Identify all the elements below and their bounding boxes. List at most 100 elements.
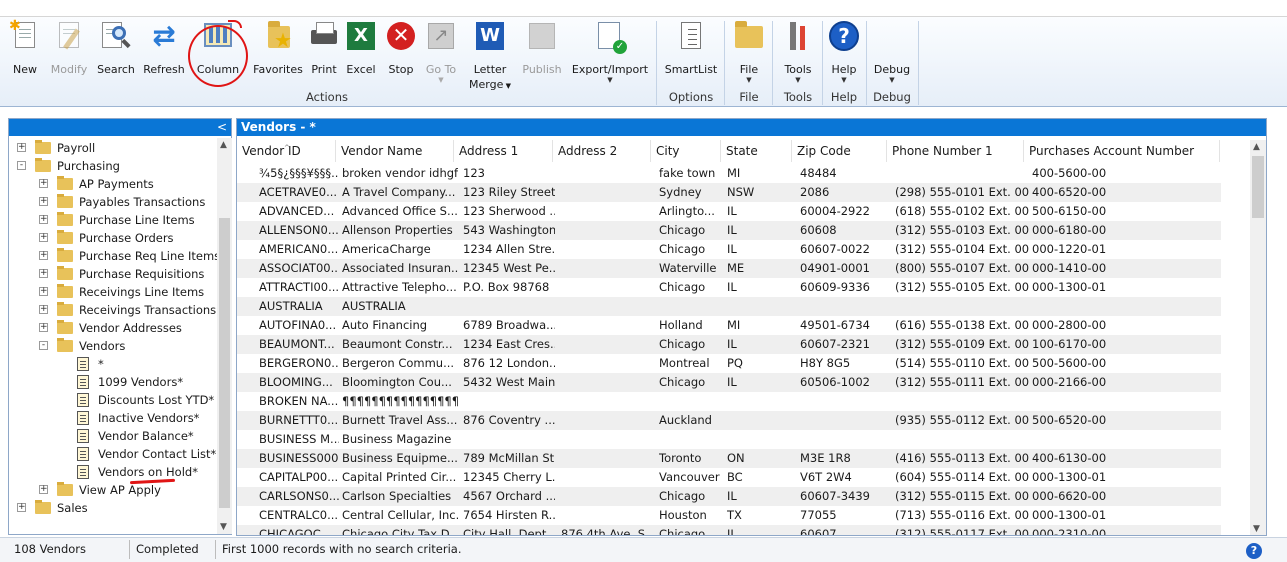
help-icon[interactable]: ? (1246, 543, 1262, 559)
tree-item[interactable]: + Receivings Line Items (9, 283, 217, 301)
scrollbar-thumb[interactable] (219, 218, 230, 508)
options-group-label: Options (668, 90, 714, 104)
scroll-down-icon[interactable]: ▼ (220, 522, 227, 532)
collapse-icon[interactable]: - (39, 341, 48, 350)
tree-item[interactable]: Discounts Lost YTD* (9, 391, 217, 409)
column-header[interactable]: Zip Code (792, 140, 887, 162)
tree-item[interactable]: Vendor Contact List* (9, 445, 217, 463)
tree-item[interactable]: + Purchase Orders (9, 229, 217, 247)
expand-icon[interactable]: + (17, 143, 26, 152)
tree-item[interactable]: - Purchasing (9, 157, 217, 175)
table-row[interactable]: AUTOFINA0... Auto Financing 6789 Broadwa..… (237, 316, 1221, 335)
table-cell: 60004-2922 (800, 204, 870, 218)
column-header[interactable]: State (721, 140, 792, 162)
tree-item[interactable]: + Payroll (9, 139, 217, 157)
collapse-pane-button[interactable]: < (217, 120, 227, 134)
table-row[interactable]: CARLSONS0... Carlson Specialties 4567 Orch… (237, 487, 1221, 506)
tree-item[interactable]: 1099 Vendors* (9, 373, 217, 391)
debug-button[interactable]: Debug ▼ (870, 20, 914, 90)
tree-item[interactable]: + View AP Apply (9, 481, 217, 499)
tree-item[interactable]: + Purchase Req Line Items (9, 247, 217, 265)
table-row[interactable]: CHICAGOC... Chicago City Tax D... City Hal… (237, 525, 1221, 535)
expand-icon[interactable]: + (39, 305, 48, 314)
refresh-button[interactable]: ⇄ Refresh (140, 20, 188, 90)
export-import-button[interactable]: Export/Import ▼ (570, 20, 650, 90)
table-row[interactable]: BLOOMING... Bloomington Cou... 5432 West M… (237, 373, 1221, 392)
table-cell: (514) 555-0110 Ext. 00... (895, 356, 1029, 370)
column-header[interactable]: Address 1 (454, 140, 553, 162)
tree-item[interactable]: + AP Payments (9, 175, 217, 193)
tree-item[interactable]: * (9, 355, 217, 373)
column-header[interactable]: Phone Number 1 (887, 140, 1024, 162)
goto-button[interactable]: ↗ Go To ▼ (422, 20, 460, 90)
column-header[interactable]: Address 2 (553, 140, 651, 162)
table-row[interactable]: AMERICAN0... AmericaCharge 1234 Allen Stre… (237, 240, 1221, 259)
expand-icon[interactable]: + (39, 197, 48, 206)
expand-icon[interactable]: + (39, 269, 48, 278)
scrollbar-thumb[interactable] (1252, 156, 1264, 218)
stop-button[interactable]: ✕ Stop (383, 20, 419, 90)
smartlist-button[interactable]: SmartList (662, 20, 720, 90)
expand-icon[interactable]: + (39, 233, 48, 242)
navigation-scrollbar[interactable]: ▲ ▼ (217, 138, 232, 534)
table-row[interactable]: BUSINESS M... Business Magazine (237, 430, 1221, 449)
table-cell: 000-1300-01 (1032, 280, 1107, 294)
expand-icon[interactable]: + (39, 251, 48, 260)
search-button[interactable]: Search (94, 20, 138, 90)
file-button[interactable]: File ▼ (730, 20, 768, 90)
expand-icon[interactable]: + (39, 215, 48, 224)
print-button[interactable]: Print (306, 20, 342, 90)
table-row[interactable]: ADVANCED... Advanced Office S... 123 Sherw… (237, 202, 1221, 221)
list-scrollbar[interactable]: ▲ ▼ (1250, 140, 1266, 535)
table-row[interactable]: BROKEN NA...¶¶¶¶¶¶¶¶¶¶¶¶¶¶¶¶¶¶ (237, 392, 1221, 411)
table-cell: PQ (727, 356, 743, 370)
help-button[interactable]: ? Help ▼ (826, 20, 862, 90)
expand-icon[interactable]: + (39, 485, 48, 494)
letter-merge-button[interactable]: W Letter Merge ▼ (466, 20, 514, 91)
expand-icon[interactable]: + (17, 503, 26, 512)
modify-button[interactable]: Modify (46, 20, 92, 90)
column-header-label: Phone Number 1 (892, 144, 993, 158)
table-row[interactable]: ACETRAVE0... A Travel Company... 123 Riley… (237, 183, 1221, 202)
refresh-button-label: Refresh (143, 63, 185, 76)
expand-icon[interactable]: + (39, 179, 48, 188)
tools-button[interactable]: Tools ▼ (778, 20, 818, 90)
table-row[interactable]: CENTRALC0... Central Cellular, Inc. 7654 H… (237, 506, 1221, 525)
table-row[interactable]: BURNETTT0... Burnett Travel Ass... 876 Cov… (237, 411, 1221, 430)
table-row[interactable]: ATTRACTI00... Attractive Telepho... P.O. B… (237, 278, 1221, 297)
tree-item[interactable]: Inactive Vendors* (9, 409, 217, 427)
tree-item[interactable]: + Receivings Transactions (9, 301, 217, 319)
column-header[interactable]: Vendor Name (336, 140, 454, 162)
table-cell: 04901-0001 (800, 261, 870, 275)
column-header[interactable]: Vendor ID ^ (237, 140, 336, 162)
table-row[interactable]: ASSOCIAT00... Associated Insuran... 12345 … (237, 259, 1221, 278)
new-button[interactable]: ✱ New (4, 18, 46, 90)
tree-item[interactable]: - Vendors (9, 337, 217, 355)
tree-item[interactable]: + Purchase Requisitions (9, 265, 217, 283)
table-row[interactable]: BERGERON0... Bergeron Commu... 876 12 Lond… (237, 354, 1221, 373)
publish-button[interactable]: Publish (518, 20, 566, 90)
column-header[interactable]: City (651, 140, 721, 162)
tree-item[interactable]: + Payables Transactions (9, 193, 217, 211)
favorites-button[interactable]: ★ Favorites (252, 20, 304, 90)
scroll-down-icon[interactable]: ▼ (1253, 524, 1260, 534)
table-row[interactable]: BUSINESS0001 Business Equipme... 789 McMil… (237, 449, 1221, 468)
table-row[interactable]: AUSTRALIA AUSTRALIA (237, 297, 1221, 316)
scroll-up-icon[interactable]: ▲ (220, 140, 227, 150)
tree-item[interactable]: Vendor Balance* (9, 427, 217, 445)
expand-icon[interactable]: + (39, 287, 48, 296)
table-row[interactable]: ¾5§¿§§§¥§§§... broken vendor idhgf 123 fake… (237, 164, 1221, 183)
collapse-icon[interactable]: - (17, 161, 26, 170)
column-header[interactable]: Purchases Account Number (1024, 140, 1220, 162)
scroll-up-icon[interactable]: ▲ (1253, 142, 1260, 152)
table-row[interactable]: CAPITALP00... Capital Printed Cir... 12345… (237, 468, 1221, 487)
expand-icon[interactable]: + (39, 323, 48, 332)
tree-item[interactable]: Vendors on Hold* (9, 463, 217, 481)
tree-item[interactable]: + Vendor Addresses (9, 319, 217, 337)
table-row[interactable]: BEAUMONT... Beaumont Constr... 1234 East C… (237, 335, 1221, 354)
tree-item[interactable]: + Purchase Line Items (9, 211, 217, 229)
excel-button[interactable]: X Excel (343, 20, 379, 90)
folder-icon (57, 302, 73, 316)
tree-item[interactable]: + Sales (9, 499, 217, 517)
table-row[interactable]: ALLENSON0... Allenson Properties 543 Washi… (237, 221, 1221, 240)
